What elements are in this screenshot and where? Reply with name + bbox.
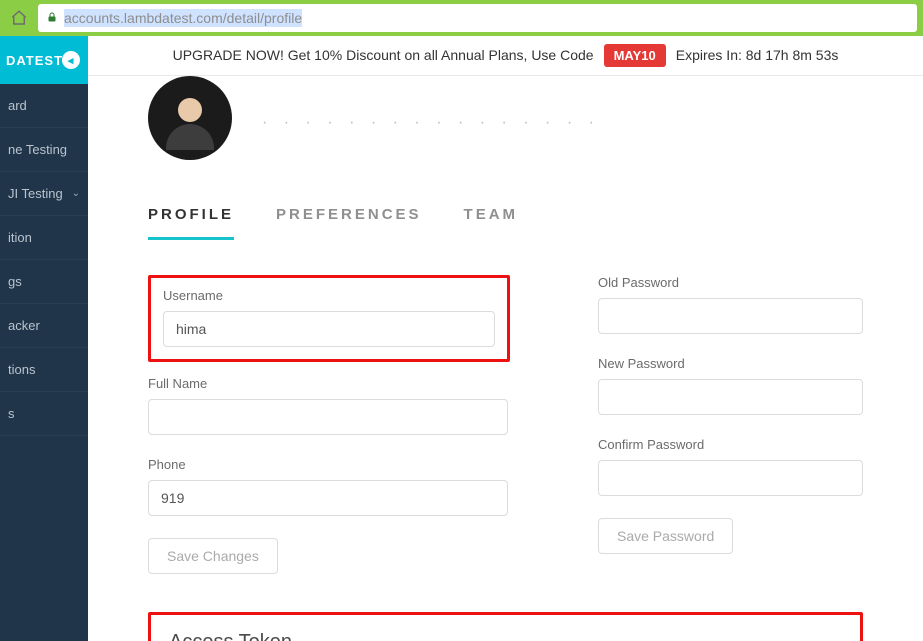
sidebar-item-automation[interactable]: ition xyxy=(0,216,88,260)
phone-label: Phone xyxy=(148,457,508,472)
phone-input[interactable] xyxy=(148,480,508,516)
fullname-input[interactable] xyxy=(148,399,508,435)
avatar-dots: · · · · · · · · · · · · · · · · xyxy=(262,114,600,132)
sidebar-item-realtime-testing[interactable]: ne Testing xyxy=(0,128,88,172)
tab-profile[interactable]: PROFILE xyxy=(148,198,234,240)
promo-expiry: Expires In: 8d 17h 8m 53s xyxy=(676,47,839,63)
sidebar-item-tracker[interactable]: acker xyxy=(0,304,88,348)
promo-code-badge: MAY10 xyxy=(604,44,666,67)
collapse-sidebar-icon[interactable]: ◂ xyxy=(62,51,80,69)
promo-text: UPGRADE NOW! Get 10% Discount on all Ann… xyxy=(173,47,594,63)
new-password-label: New Password xyxy=(598,356,863,371)
access-token-highlight-box: Access Token fbl6kxu Copy xyxy=(148,612,863,641)
access-token-title: Access Token xyxy=(169,631,842,641)
old-password-label: Old Password xyxy=(598,275,863,290)
home-icon[interactable] xyxy=(6,5,32,31)
sidebar-item-settings[interactable]: s xyxy=(0,392,88,436)
sidebar: DATEST ◂ ard ne Testing JI Testing ⌄ iti… xyxy=(0,36,88,641)
confirm-password-input[interactable] xyxy=(598,460,863,496)
chevron-down-icon: ⌄ xyxy=(72,188,80,199)
avatar xyxy=(148,76,232,160)
tab-preferences[interactable]: PREFERENCES xyxy=(276,198,422,240)
username-highlight-box: Username xyxy=(148,275,510,362)
sidebar-item-logs[interactable]: gs xyxy=(0,260,88,304)
new-password-input[interactable] xyxy=(598,379,863,415)
address-bar[interactable]: accounts.lambdatest.com/detail/profile xyxy=(38,4,917,32)
username-label: Username xyxy=(163,288,495,303)
username-input[interactable] xyxy=(163,311,495,347)
confirm-password-label: Confirm Password xyxy=(598,437,863,452)
profile-tabs: PROFILE PREFERENCES TEAM xyxy=(148,198,863,241)
sidebar-item-integrations[interactable]: tions xyxy=(0,348,88,392)
tab-team[interactable]: TEAM xyxy=(464,198,519,240)
promo-banner: UPGRADE NOW! Get 10% Discount on all Ann… xyxy=(88,36,923,76)
browser-chrome: accounts.lambdatest.com/detail/profile xyxy=(0,0,923,36)
brand-logo[interactable]: DATEST ◂ xyxy=(0,36,88,84)
url-text: accounts.lambdatest.com/detail/profile xyxy=(64,10,302,26)
lock-icon xyxy=(46,11,58,26)
sidebar-item-ui-testing[interactable]: JI Testing ⌄ xyxy=(0,172,88,216)
save-changes-button[interactable]: Save Changes xyxy=(148,538,278,574)
fullname-label: Full Name xyxy=(148,376,508,391)
sidebar-item-dashboard[interactable]: ard xyxy=(0,84,88,128)
old-password-input[interactable] xyxy=(598,298,863,334)
save-password-button[interactable]: Save Password xyxy=(598,518,733,554)
